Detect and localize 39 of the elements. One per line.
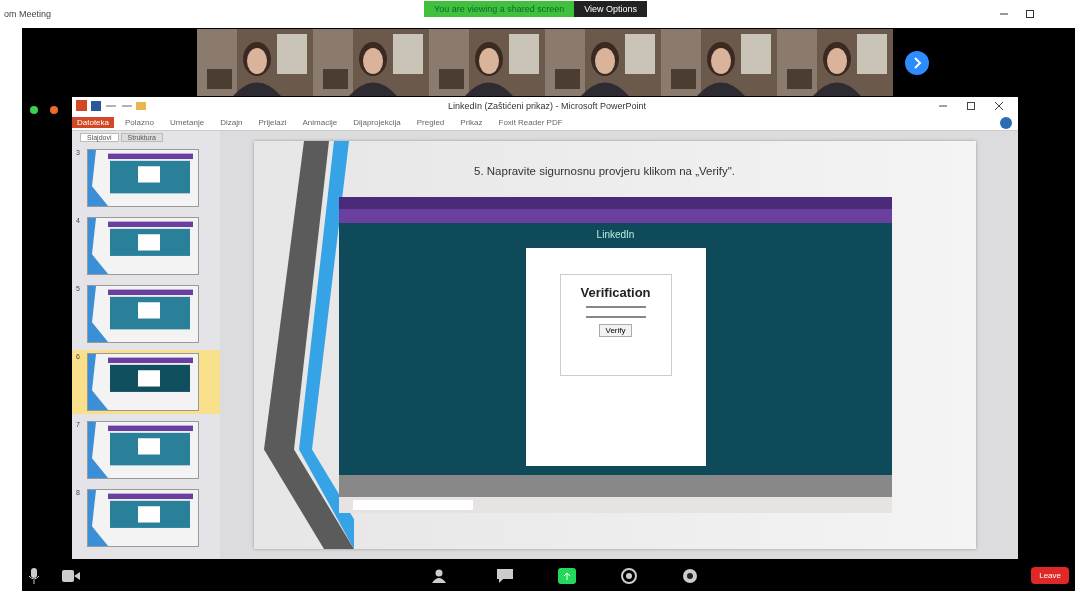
slide-thumbnail[interactable] (87, 149, 199, 207)
help-icon[interactable] (1000, 116, 1012, 129)
search-field[interactable] (353, 500, 473, 510)
record-icon[interactable] (621, 567, 637, 584)
document-title: LinkedIn (Zaštićeni prikaz) - Microsoft PowerPoint (446, 101, 648, 111)
slide-thumbnail[interactable] (87, 285, 199, 343)
slide-thumbnail[interactable] (87, 421, 199, 479)
leave-button[interactable]: Leave (1031, 567, 1069, 584)
microphone-icon[interactable] (28, 567, 40, 584)
share-notice: You are viewing a shared screen (424, 1, 575, 17)
dialog-heading: Verification (580, 285, 651, 300)
ribbon-tab[interactable]: Umetanje (164, 117, 210, 128)
close-icon[interactable] (994, 101, 1004, 111)
ribbon-tab[interactable]: Dizajn (215, 117, 248, 128)
status-dot-icon (30, 106, 38, 114)
text-lines (585, 306, 646, 318)
ribbon-tab[interactable]: Prikaz (455, 117, 488, 128)
slide-heading: 5. Napravite sigurnosnu provjeru klikom na „Verify". (474, 165, 737, 177)
ribbon-tab[interactable]: Foxit Reader PDF (493, 117, 568, 128)
ribbon-tab[interactable]: Polazno (120, 117, 159, 128)
next-page-icon[interactable] (905, 50, 929, 75)
slide-thumbnail[interactable] (87, 217, 199, 275)
maximize-icon[interactable] (1025, 9, 1035, 19)
view-options-button[interactable]: View Options (574, 1, 648, 17)
window-title: om Meeting (4, 9, 53, 19)
slide-thumbnail[interactable] (87, 489, 199, 547)
ribbon-tab[interactable]: Pregled (411, 117, 450, 128)
status-dot-icon (50, 106, 58, 114)
ribbon-tab[interactable]: Prijelazi (253, 117, 292, 128)
ribbon-tab[interactable]: Animacije (297, 117, 343, 128)
logo-text: LinkedIn (596, 229, 635, 240)
chat-icon[interactable] (497, 568, 513, 583)
ribbon-tab[interactable]: Dijaprojekcija (348, 117, 406, 128)
video-camera-icon[interactable] (62, 569, 80, 582)
ribbon-tab[interactable]: Datoteka (72, 117, 115, 128)
share-screen-icon[interactable] (558, 567, 576, 584)
verify-button[interactable]: Verify (599, 324, 632, 337)
maximize-icon[interactable] (966, 101, 976, 111)
slide-thumbnail[interactable] (87, 353, 199, 411)
